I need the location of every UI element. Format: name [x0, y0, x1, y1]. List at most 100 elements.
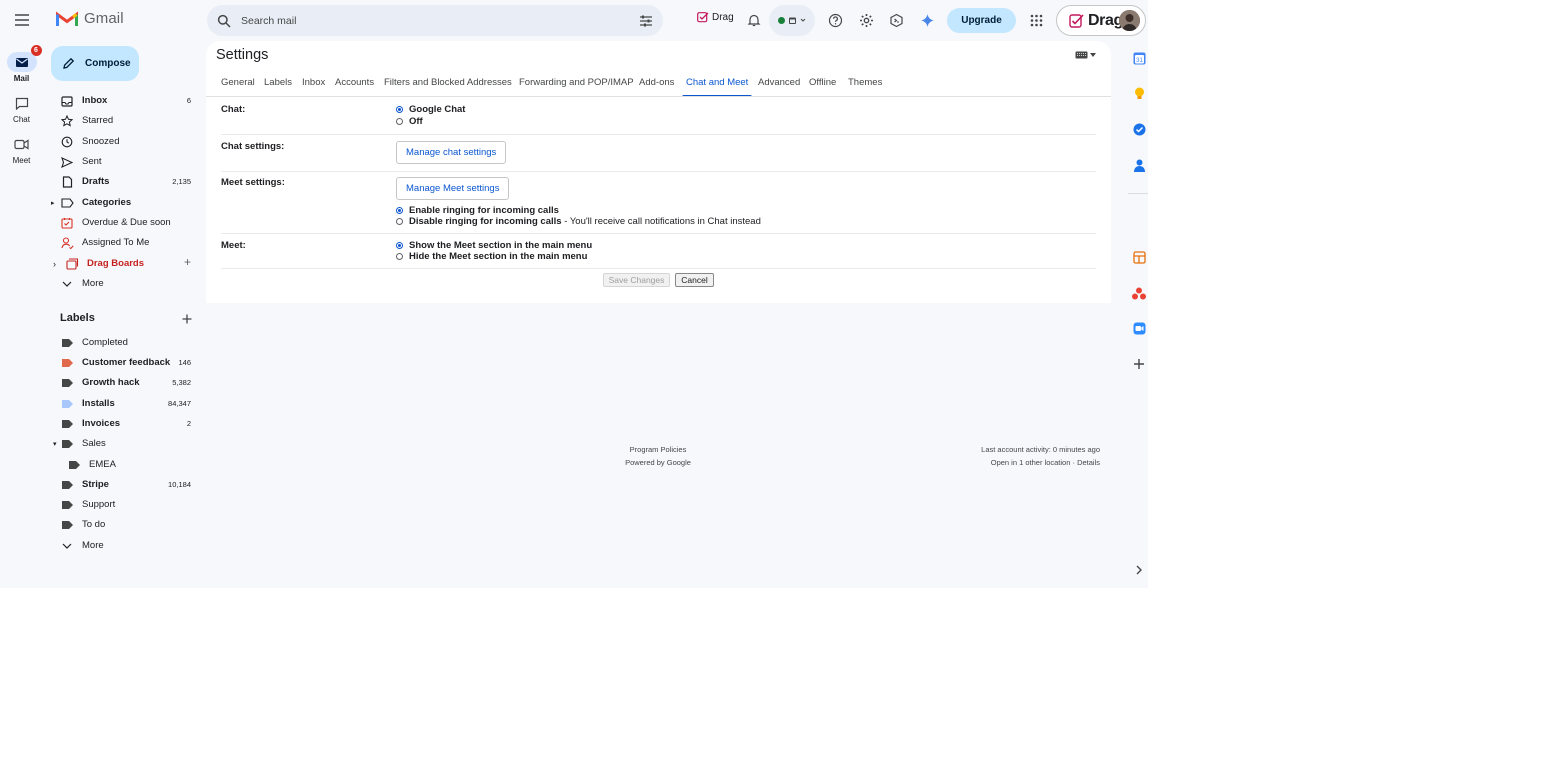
expand-icon[interactable] — [1131, 562, 1147, 578]
radio-ringing-disable[interactable] — [396, 218, 403, 225]
keyboard-icon — [1075, 51, 1088, 59]
label-completed[interactable]: Completed — [51, 333, 199, 353]
radio-meet-show[interactable] — [396, 242, 403, 249]
send-icon — [60, 155, 74, 169]
zoom-addon-icon[interactable] — [1131, 320, 1147, 336]
nav-assigned[interactable]: Assigned To Me — [51, 233, 199, 253]
nav-drafts[interactable]: Drafts 2,135 — [51, 172, 199, 192]
meet-show-option[interactable]: Show the Meet section in the main menu — [396, 240, 592, 251]
tab-forwarding[interactable]: Forwarding and POP/IMAP — [519, 73, 634, 97]
mail-unread-badge: 6 — [30, 45, 42, 56]
add-label-icon[interactable] — [180, 312, 194, 326]
details-link[interactable]: Details — [1077, 458, 1100, 467]
label-support[interactable]: Support — [51, 495, 199, 515]
label-customer-feedback[interactable]: Customer feedback 146 — [51, 353, 199, 373]
label-tag-icon — [60, 518, 74, 532]
rail-meet[interactable]: Meet — [0, 134, 43, 165]
ringing-enable-option[interactable]: Enable ringing for incoming calls — [396, 205, 559, 216]
tab-general[interactable]: General — [221, 73, 255, 97]
avatar[interactable] — [1119, 10, 1140, 31]
nav-categories[interactable]: Categories — [51, 193, 199, 213]
label-installs[interactable]: Installs 84,347 — [51, 394, 199, 414]
section-divider — [221, 268, 1096, 269]
radio-meet-hide[interactable] — [396, 253, 403, 260]
cancel-button[interactable]: Cancel — [675, 273, 714, 287]
community-addon-icon[interactable] — [1131, 285, 1147, 301]
nav-overdue[interactable]: Overdue & Due soon — [51, 213, 199, 233]
labels-heading: Labels — [60, 312, 95, 324]
add-board-icon[interactable]: + — [184, 255, 191, 269]
notifications-icon[interactable] — [744, 10, 764, 30]
tab-accounts[interactable]: Accounts — [335, 73, 374, 97]
label-invoices[interactable]: Invoices 2 — [51, 414, 199, 434]
clock-icon — [60, 135, 74, 149]
nav-snoozed[interactable]: Snoozed — [51, 132, 199, 152]
compose-button[interactable]: Compose — [51, 46, 139, 81]
tab-filters[interactable]: Filters and Blocked Addresses — [384, 73, 512, 97]
search-bar[interactable] — [207, 5, 663, 36]
meet-hide-option[interactable]: Hide the Meet section in the main menu — [396, 251, 587, 262]
ringing-disable-option[interactable]: Disable ringing for incoming calls - You… — [396, 216, 761, 227]
label-growth-hack[interactable]: Growth hack 5,382 — [51, 373, 199, 393]
person-assigned-icon — [60, 236, 74, 250]
compose-label: Compose — [85, 58, 131, 69]
nav-drag-boards[interactable]: Drag Boards + — [51, 254, 199, 274]
tab-advanced[interactable]: Advanced — [758, 73, 800, 97]
search-options-icon[interactable] — [639, 14, 653, 28]
gemini-icon[interactable] — [917, 10, 937, 30]
help-icon[interactable] — [825, 10, 845, 30]
rail-chat[interactable]: Chat — [0, 93, 43, 124]
tasks-icon[interactable] — [1131, 121, 1147, 137]
nav-more[interactable]: More — [51, 274, 199, 294]
save-changes-button[interactable]: Save Changes — [603, 273, 670, 287]
status-selector[interactable] — [769, 5, 815, 36]
settings-gear-icon[interactable] — [856, 10, 876, 30]
apps-grid-icon[interactable] — [1026, 10, 1046, 30]
label-to-do[interactable]: To do — [51, 515, 199, 535]
calendar-status-icon — [789, 17, 796, 24]
tab-inbox[interactable]: Inbox — [302, 73, 325, 97]
tabs-divider — [206, 96, 1111, 97]
tab-themes[interactable]: Themes — [848, 73, 882, 97]
labels-more[interactable]: More — [51, 536, 199, 556]
drag-addon-icon[interactable] — [1131, 249, 1147, 265]
radio-google-chat[interactable] — [396, 106, 403, 113]
label-stripe[interactable]: Stripe 10,184 — [51, 475, 199, 495]
tab-addons[interactable]: Add-ons — [639, 73, 674, 97]
drag-account-button[interactable]: Drag — [1056, 5, 1146, 36]
drag-extension-button[interactable]: Drag — [697, 12, 734, 23]
search-input[interactable] — [241, 14, 639, 27]
workspace-addon-icon[interactable] — [886, 10, 906, 30]
program-policies-link[interactable]: Program Policies — [606, 443, 710, 456]
tab-offline[interactable]: Offline — [809, 73, 836, 97]
radio-chat-off[interactable] — [396, 118, 403, 125]
main-menu-icon[interactable] — [10, 8, 34, 32]
label-emea[interactable]: EMEA — [51, 455, 199, 475]
contacts-icon[interactable] — [1131, 157, 1147, 173]
label-sales[interactable]: Sales — [51, 434, 199, 454]
gmail-logo[interactable]: Gmail — [56, 10, 124, 27]
nav-sent[interactable]: Sent — [51, 152, 199, 172]
input-tools-toggle[interactable] — [1075, 51, 1096, 59]
gmail-logo-text: Gmail — [84, 10, 124, 27]
chat-option-google-chat[interactable]: Google Chat — [396, 104, 465, 115]
tab-chat-and-meet[interactable]: Chat and Meet — [681, 73, 753, 97]
gmail-m-icon — [56, 11, 78, 26]
radio-ringing-enable[interactable] — [396, 207, 403, 214]
chat-option-off[interactable]: Off — [396, 116, 423, 127]
search-icon[interactable] — [217, 14, 231, 28]
upgrade-button[interactable]: Upgrade — [947, 8, 1016, 33]
tab-labels[interactable]: Labels — [264, 73, 292, 97]
add-icon[interactable] — [1131, 356, 1147, 372]
label-tag-icon — [60, 356, 74, 370]
nav-inbox[interactable]: Inbox 6 — [51, 91, 199, 111]
keep-icon[interactable] — [1131, 86, 1147, 102]
manage-chat-settings-button[interactable]: Manage chat settings — [396, 141, 507, 164]
rail-mail[interactable]: 6 Mail — [0, 45, 43, 83]
calendar-icon[interactable]: 31 — [1131, 50, 1147, 66]
manage-meet-settings-button[interactable]: Manage Meet settings — [396, 177, 510, 200]
nav-starred[interactable]: Starred — [51, 111, 199, 131]
drag-extension-label: Drag — [712, 12, 734, 23]
side-panel-divider — [1128, 193, 1148, 194]
gmail-window: Gmail Drag Upgrade Drag — [0, 0, 1148, 588]
